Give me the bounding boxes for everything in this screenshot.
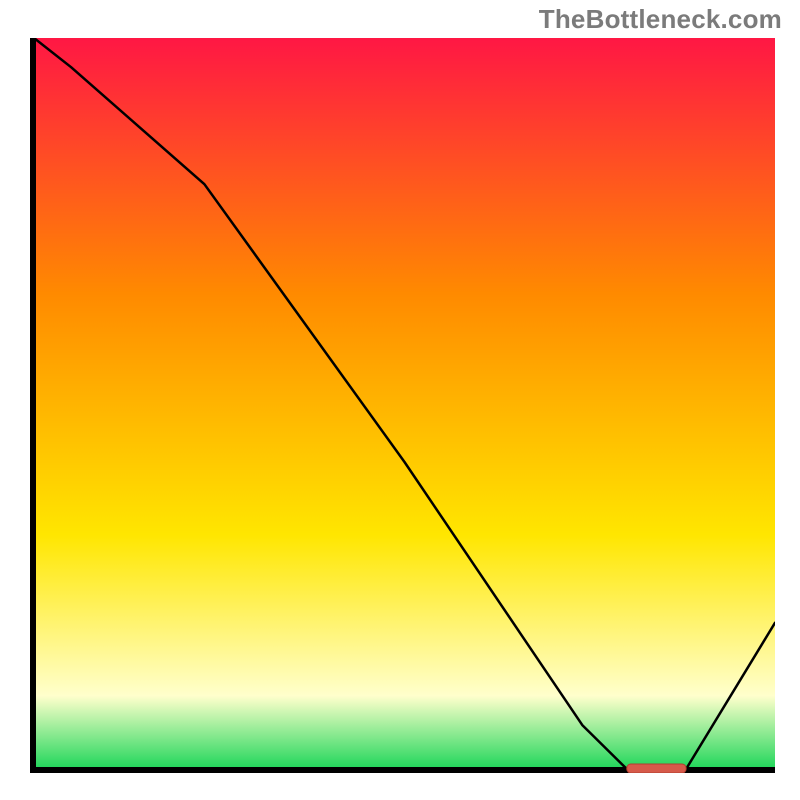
gradient-background [34,38,775,769]
plot-area [30,38,775,773]
optimal-range-marker [627,764,686,773]
watermark-text: TheBottleneck.com [539,4,782,35]
chart-frame: TheBottleneck.com [0,0,800,800]
chart-svg [30,38,775,773]
